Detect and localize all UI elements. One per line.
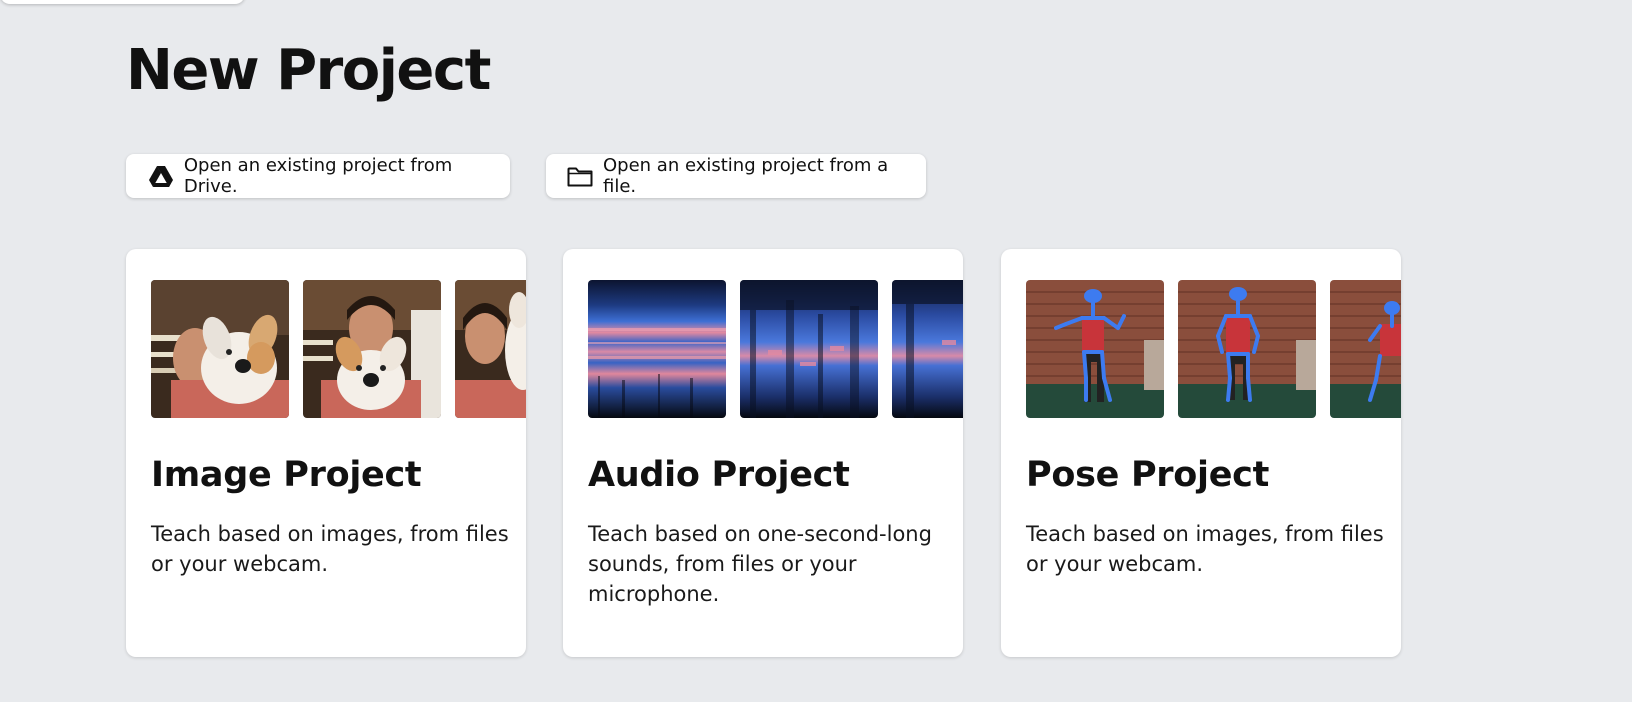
image-project-title: Image Project: [151, 455, 422, 495]
pose-thumbnail: [1330, 280, 1401, 418]
image-project-description: Teach based on images, from files or you…: [151, 522, 509, 576]
audio-project-card[interactable]: Audio Project Teach based on one-second-…: [563, 249, 963, 657]
pose-project-title: Pose Project: [1026, 455, 1270, 495]
open-from-file-button[interactable]: Open an existing project from a file.: [546, 154, 926, 198]
page-title: New Project: [126, 38, 491, 103]
pose-thumbnail: [1178, 280, 1316, 418]
image-thumbnail: [455, 280, 526, 418]
image-project-thumbnails: [151, 280, 526, 418]
audio-project-description: Teach based on one-second-long sounds, f…: [588, 522, 932, 606]
google-drive-icon: [148, 165, 174, 187]
audio-project-thumbnails: [588, 280, 963, 418]
folder-icon: [567, 165, 593, 187]
image-project-card[interactable]: Image Project Teach based on images, fro…: [126, 249, 526, 657]
pose-project-card[interactable]: Pose Project Teach based on images, from…: [1001, 249, 1401, 657]
image-thumbnail: [303, 280, 441, 418]
spectrogram-thumbnail: [740, 280, 878, 418]
open-from-file-label: Open an existing project from a file.: [603, 155, 889, 197]
open-from-drive-button[interactable]: Open an existing project from Drive.: [126, 154, 510, 198]
pose-thumbnail: [1026, 280, 1164, 418]
audio-project-title: Audio Project: [588, 455, 850, 495]
image-thumbnail: [151, 280, 289, 418]
spectrogram-thumbnail: [892, 280, 963, 418]
top-tab: [0, 0, 245, 4]
spectrogram-thumbnail: [588, 280, 726, 418]
pose-project-thumbnails: [1026, 280, 1401, 418]
pose-project-description: Teach based on images, from files or you…: [1026, 522, 1384, 576]
open-from-drive-label: Open an existing project from Drive.: [183, 155, 453, 197]
